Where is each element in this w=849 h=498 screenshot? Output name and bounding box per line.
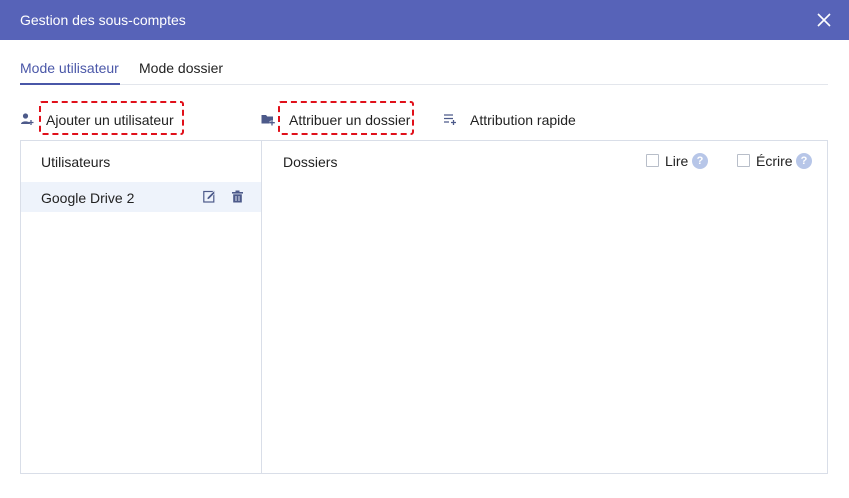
add-user-button[interactable]: Ajouter un utilisateur [20,103,185,137]
delete-icon[interactable] [231,190,244,203]
read-help-icon[interactable]: ? [692,153,708,169]
quick-assign-button[interactable]: Attribution rapide [443,103,583,137]
write-checkbox-box[interactable] [737,154,750,167]
tab-folder-mode[interactable]: Mode dossier [139,60,223,76]
dialog-titlebar: Gestion des sous-comptes [0,0,849,40]
edit-icon[interactable] [203,190,216,203]
active-tab-indicator [20,83,120,85]
write-help-icon[interactable]: ? [796,153,812,169]
add-folder-icon [261,115,275,126]
dialog-title: Gestion des sous-comptes [20,12,186,28]
user-name: Google Drive 2 [41,190,135,206]
assignment-panel: Utilisateurs Google Drive 2 Dossiers Lir… [20,140,828,474]
mode-tabs: Mode utilisateur Mode dossier [20,40,828,85]
add-user-label: Ajouter un utilisateur [46,112,174,128]
write-permission-checkbox[interactable]: Écrire ? [737,153,815,171]
user-list-item[interactable]: Google Drive 2 [21,182,261,212]
quick-list-icon [444,114,456,125]
assign-folder-button[interactable]: Attribuer un dossier [261,103,416,137]
quick-assign-label: Attribution rapide [470,112,576,128]
assign-folder-label: Attribuer un dossier [289,112,411,128]
tab-user-mode[interactable]: Mode utilisateur [20,60,119,76]
folders-header: Dossiers [283,154,338,170]
read-label: Lire [665,153,689,169]
add-user-icon [21,113,34,125]
read-checkbox-box[interactable] [646,154,659,167]
read-permission-checkbox[interactable]: Lire ? [646,153,712,171]
users-column: Utilisateurs Google Drive 2 [21,141,262,473]
write-label: Écrire [756,153,793,169]
users-header: Utilisateurs [41,154,111,170]
close-icon[interactable] [813,9,835,31]
